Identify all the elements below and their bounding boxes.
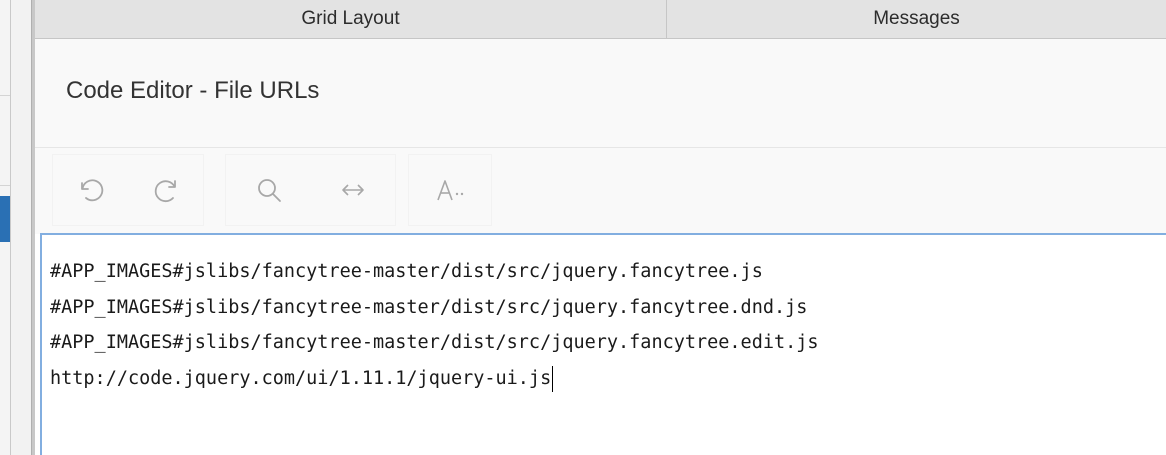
text-cursor: [552, 365, 554, 392]
redo-button[interactable]: [128, 155, 203, 225]
code-line: #APP_IMAGES#jslibs/fancytree-master/dist…: [50, 332, 819, 353]
undo-icon: [76, 175, 106, 205]
code-line-with-cursor: http://code.jquery.com/ui/1.11.1/jquery-…: [50, 361, 819, 397]
undo-button[interactable]: [53, 155, 128, 225]
code-editor[interactable]: #APP_IMAGES#jslibs/fancytree-master/dist…: [40, 233, 1166, 455]
code-line: #APP_IMAGES#jslibs/fancytree-master/dist…: [50, 296, 808, 318]
history-button-group: [52, 154, 204, 226]
splitter-handle[interactable]: [11, 0, 31, 455]
selected-item-marker: [0, 196, 10, 242]
dialog-title: Code Editor - File URLs: [66, 77, 320, 104]
code-line-text: http://code.jquery.com/ui/1.11.1/jquery-…: [50, 367, 552, 389]
search-button-group: [225, 154, 396, 226]
search-button[interactable]: [226, 155, 312, 225]
code-editor-window: Grid Layout Messages Code Editor - File …: [0, 0, 1166, 455]
editor-toolbar: [35, 148, 1166, 234]
swap-horizontal-icon: [338, 175, 368, 205]
code-line: #APP_IMAGES#jslibs/fancytree-master/dist…: [50, 261, 763, 282]
search-icon: [254, 175, 284, 205]
gutter-divider: [0, 185, 10, 186]
tab-grid-layout[interactable]: Grid Layout: [35, 0, 667, 38]
redo-icon: [151, 175, 181, 205]
font-settings-icon: [434, 175, 466, 205]
dialog-header: Code Editor - File URLs: [35, 39, 1166, 148]
gutter-divider: [0, 95, 10, 96]
tab-bar: Grid Layout Messages: [35, 0, 1166, 39]
code-lines: #APP_IMAGES#jslibs/fancytree-master/dist…: [50, 254, 819, 396]
settings-button-group: [408, 154, 492, 226]
font-settings-button[interactable]: [409, 155, 491, 225]
tab-messages[interactable]: Messages: [667, 0, 1166, 38]
replace-button[interactable]: [312, 155, 396, 225]
left-gutter: [0, 0, 10, 455]
